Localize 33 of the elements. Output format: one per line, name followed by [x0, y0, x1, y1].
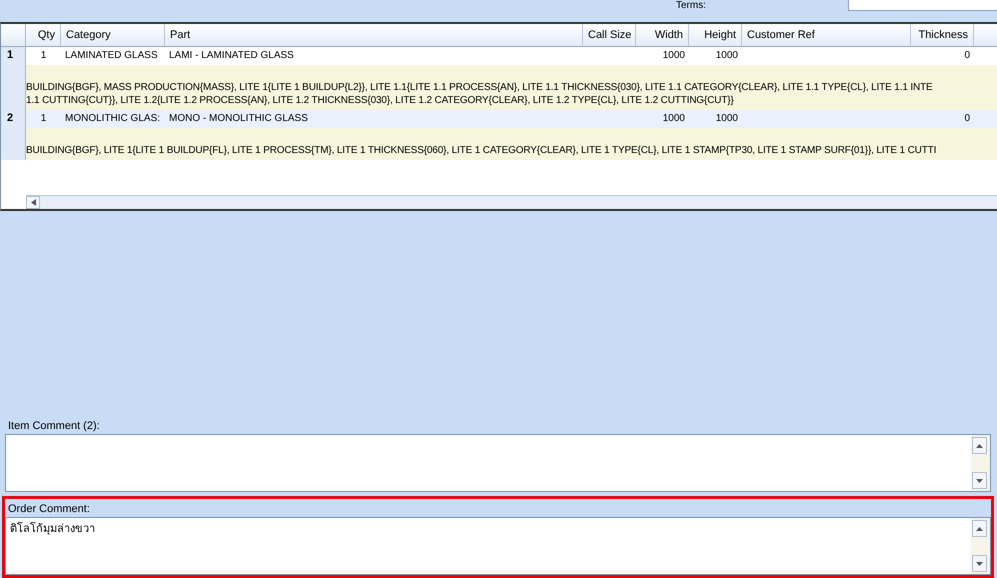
- table-cell-text: 1: [40, 112, 48, 126]
- column-header[interactable]: Qty: [26, 24, 61, 46]
- row-number: 1: [1, 47, 26, 65]
- table-cell-text: 1000: [662, 49, 686, 63]
- terms-label: Terms:: [676, 0, 706, 11]
- column-header[interactable]: Width: [636, 24, 689, 46]
- column-header[interactable]: Part: [165, 24, 583, 46]
- detail-text: BUILDING{BGF}, MASS PRODUCTION{MASS}, LITE 1{LITE 1 BUILDUP{L2}}, LITE 1.1{LITE 1.1 PROCESS{AN}, LITE 1.1 THICKNESS{030}, LITE 1.1 CATEGORY{CLEAR}, LITE 1.1 TYPE{CL}, LITE 1.1 INTE: [26, 81, 933, 94]
- table-cell-text: 0: [963, 49, 971, 63]
- table-cell-text: LAMI - LAMINATED GLASS: [168, 49, 295, 63]
- table-cell-text: 1000: [714, 112, 739, 126]
- scroll-left-icon[interactable]: [30, 199, 36, 206]
- column-header[interactable]: Height: [689, 24, 742, 46]
- field-label: Item Comment (2):: [7, 419, 101, 434]
- detail-text: BUILDING{BGF}, LITE 1{LITE 1 BUILDUP{FL}, LITE 1 PROCESS{TM}, LITE 1 THICKNESS{060}, LITE 1 CATEGORY{CLEAR}, LITE 1 TYPE{CL}, LITE 1 STAMP{TP30, LITE 1 STAMP SURF{01}}, LITE 1 CUTTI: [26, 144, 936, 157]
- column-header[interactable]: Call Size: [583, 24, 636, 46]
- field-label: Order Comment:: [7, 502, 91, 517]
- column-header[interactable]: Category: [61, 24, 165, 46]
- table-cell-text: 1000: [662, 112, 686, 126]
- table-cell-text: LAMINATED GLASS: [64, 49, 159, 63]
- table-cell-text: MONOLITHIC GLAS:: [64, 112, 162, 126]
- column-header[interactable]: Customer Ref: [742, 24, 911, 46]
- terms-field[interactable]: [848, 0, 997, 11]
- table-cell-text: 0: [963, 112, 971, 126]
- table-row[interactable]: 2 1 MONOLITHIC GLAS: MONO - MONOLITHIC GLASS 1000 1000 0: [1, 110, 997, 128]
- row-number: 2: [1, 110, 26, 128]
- table-cell-text: 1000: [714, 49, 739, 63]
- table-cell-text: 1: [40, 49, 48, 63]
- row-header-cell: [1, 128, 26, 160]
- table-cell-text: MONO - MONOLITHIC GLASS: [168, 112, 309, 126]
- table-row[interactable]: 1 1 LAMINATED GLASS LAMI - LAMINATED GLASS 1000 1000 0: [1, 47, 997, 65]
- column-header[interactable]: Thickness: [911, 24, 974, 46]
- detail-text: 1.1 CUTTING{CUT}}, LITE 1.2{LITE 1.2 PROCESS{AN}, LITE 1.2 THICKNESS{030}, LITE 1.2 CATEGORY{CLEAR}, LITE 1.2 TYPE{CL}, LITE 1.2 CUTTING{CUT}}: [26, 94, 734, 107]
